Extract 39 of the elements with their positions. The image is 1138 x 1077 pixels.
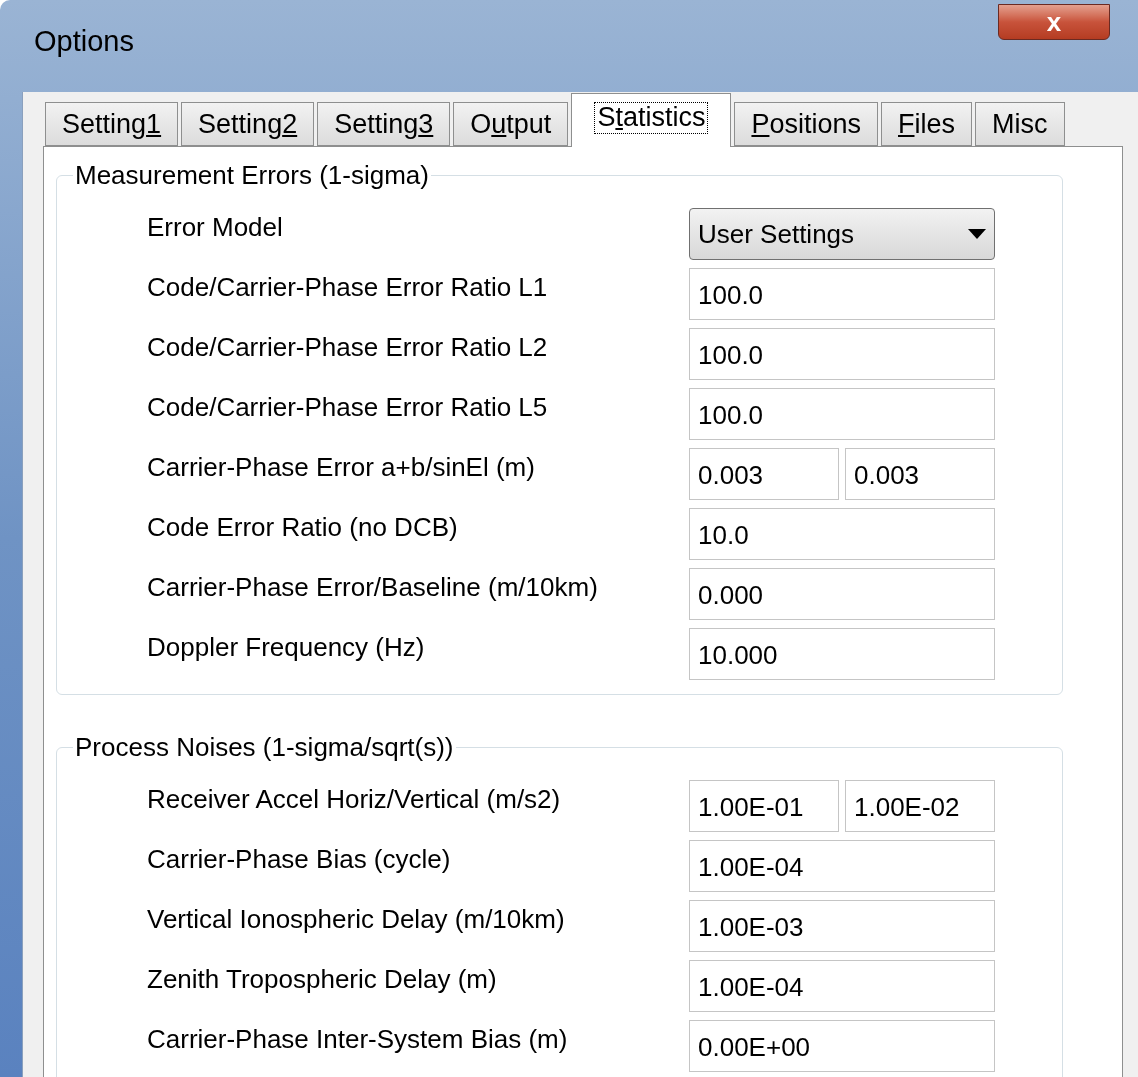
field-label: Error Model: [147, 211, 284, 244]
input-field[interactable]: 1.00E-04: [689, 960, 995, 1012]
input-field[interactable]: 100.0: [689, 328, 995, 380]
tab[interactable]: Output: [453, 102, 569, 146]
tab[interactable]: Statistics: [571, 93, 732, 147]
tab[interactable]: Setting1: [45, 102, 179, 146]
input-field[interactable]: 0.000: [689, 568, 995, 620]
field-label: Carrier-Phase Error a+b/sinEl (m): [147, 451, 536, 484]
input-field[interactable]: 0.003: [689, 448, 839, 500]
field-label: Vertical Ionospheric Delay (m/10km): [147, 903, 566, 936]
field-label: Doppler Frequency (Hz): [147, 631, 426, 664]
close-button[interactable]: x: [998, 4, 1110, 40]
field-label: Code/Carrier-Phase Error Ratio L5: [147, 391, 549, 424]
field-label: Zenith Tropospheric Delay (m): [147, 963, 498, 996]
input-field[interactable]: 10.0: [689, 508, 995, 560]
field-label: Carrier-Phase Inter-System Bias (m): [147, 1023, 569, 1056]
input-field[interactable]: 100.0: [689, 268, 995, 320]
window-title: Options: [33, 24, 134, 60]
field-label: Carrier-Phase Bias (cycle): [147, 843, 452, 876]
field-label: Code Error Ratio (no DCB): [147, 511, 459, 544]
input-field[interactable]: 1.00E-02: [845, 780, 995, 832]
input-field[interactable]: 100.0: [689, 388, 995, 440]
tab[interactable]: Positions: [734, 102, 878, 146]
tab[interactable]: Misc: [975, 102, 1065, 146]
input-field[interactable]: 1.00E-03: [689, 900, 995, 952]
field-label: Carrier-Phase Error/Baseline (m/10km): [147, 571, 599, 604]
input-field[interactable]: 1.00E-04: [689, 840, 995, 892]
input-field[interactable]: 10.000: [689, 628, 995, 680]
dropdown[interactable]: User Settings: [689, 208, 995, 260]
input-field[interactable]: 0.00E+00: [689, 1020, 995, 1072]
input-field[interactable]: 0.003: [845, 448, 995, 500]
tab[interactable]: Setting3: [317, 102, 451, 146]
tab[interactable]: Files: [881, 102, 972, 146]
field-label: Code/Carrier-Phase Error Ratio L1: [147, 271, 549, 304]
tab[interactable]: Setting2: [181, 102, 315, 146]
field-label: Receiver Accel Horiz/Vertical (m/s2): [147, 783, 562, 816]
input-field[interactable]: 1.00E-01: [689, 780, 839, 832]
field-label: Code/Carrier-Phase Error Ratio L2: [147, 331, 549, 364]
dropdown-arrow-icon: [968, 229, 986, 239]
